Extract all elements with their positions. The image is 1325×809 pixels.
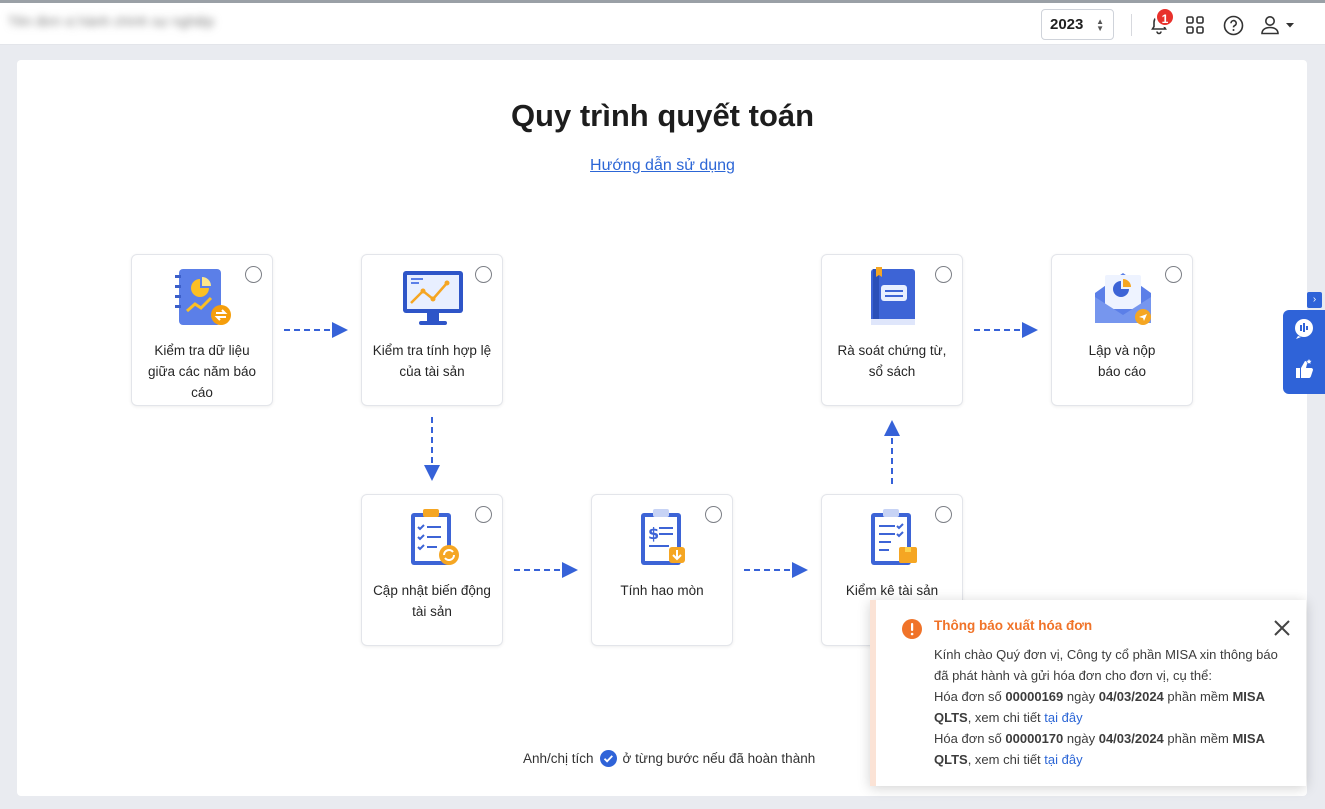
completion-hint: Anh/chị tích ở từng bước nếu đã hoàn thà… [523,750,816,767]
step-complete-radio[interactable] [705,506,722,523]
step-label: Kiểm kê tài sản [845,583,939,598]
rating-feedback-icon[interactable] [1293,358,1315,385]
invoice-detail-link[interactable]: tại đây [1044,710,1082,725]
envelope-report-icon [1091,267,1155,331]
step-prepare-submit-report[interactable]: Lập và nộp báo cáo [1051,254,1193,406]
step-label: Tính hao mòn [620,583,704,598]
chat-support-icon[interactable] [1293,318,1315,345]
toast-body: Kính chào Quý đơn vị, Công ty cổ phần MI… [934,644,1284,770]
toast-intro: Kính chào Quý đơn vị, Công ty cổ phần MI… [934,647,1278,683]
monitor-chart-icon [401,267,465,331]
side-panel-toggle[interactable]: › [1307,292,1322,308]
checklist-box-icon [861,507,925,571]
step-check-asset-validity[interactable]: Kiểm tra tính hợp lệ của tài sản [361,254,503,406]
step-update-asset-changes[interactable]: Cập nhật biến động tài sản [361,494,503,646]
step-complete-radio[interactable] [475,506,492,523]
step-complete-radio[interactable] [1165,266,1182,283]
ledger-book-icon [861,267,925,331]
checklist-refresh-icon [401,507,465,571]
check-circle-icon [599,750,617,767]
step-label: Cập nhật biến động tài sản [373,583,491,619]
step-complete-radio[interactable] [245,266,262,283]
toast-title: Thông báo xuất hóa đơn [934,618,1093,633]
step-complete-radio[interactable] [935,266,952,283]
svg-text:$: $ [648,524,659,543]
step-label: Kiểm tra tính hợp lệ của tài sản [372,343,492,379]
step-calculate-depreciation[interactable]: $ Tính hao mòn [591,494,733,646]
step-review-documents-ledgers[interactable]: Rà soát chứng từ, sổ sách [821,254,963,406]
invoice-detail-link[interactable]: tại đây [1044,752,1082,767]
step-complete-radio[interactable] [475,266,492,283]
close-icon[interactable] [1272,618,1292,638]
clipboard-dollar-icon: $ [631,507,695,571]
invoice-line: Hóa đơn số 00000169 ngày 04/03/2024 phần… [934,689,1265,725]
step-check-data-across-years[interactable]: Kiểm tra dữ liệu giữa các năm báo cáo [131,254,273,406]
step-complete-radio[interactable] [935,506,952,523]
invoice-line: Hóa đơn số 00000170 ngày 04/03/2024 phần… [934,731,1265,767]
step-label: Kiểm tra dữ liệu giữa các năm báo cáo [147,343,257,400]
report-compare-icon [171,267,235,331]
invoice-notification-toast: Thông báo xuất hóa đơn Kính chào Quý đơn… [870,600,1306,786]
side-quick-panel [1283,310,1325,394]
step-label: Rà soát chứng từ, sổ sách [837,343,947,379]
step-label: Lập và nộp báo cáo [1088,343,1156,379]
warning-icon [901,618,923,645]
